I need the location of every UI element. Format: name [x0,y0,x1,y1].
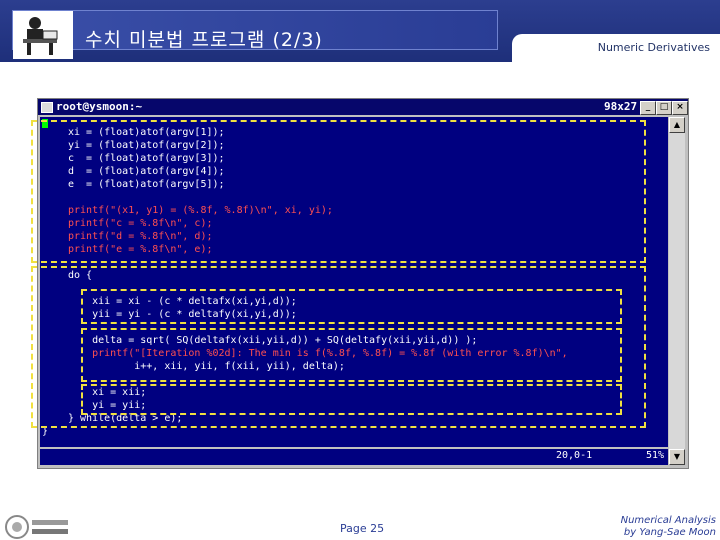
highlight-update-block [81,289,622,324]
status-line: 20,0-1 51% [40,449,668,465]
credit: Numerical Analysis by Yang-Sae Moon [621,515,716,539]
scroll-up-icon[interactable]: ▲ [669,117,685,133]
terminal-title: root@ysmoon:~ [56,100,143,113]
credit-course: Numerical Analysis [620,515,716,526]
highlight-init-block [31,120,646,263]
credit-author: by Yang-Sae Moon [623,527,716,538]
close-button[interactable]: × [672,101,688,115]
terminal-size-label: 98x27 [604,100,638,113]
university-logo [5,515,68,539]
page-number: Page 25 [340,522,385,535]
maximize-button[interactable]: □ [656,101,672,115]
terminal-system-icon[interactable] [41,102,53,113]
title-box: 수치 미분법 프로그램 (2/3) [12,10,498,59]
section-subtitle: Numeric Derivatives [597,41,710,54]
scroll-percent: 51% [646,450,665,461]
cursor-position: 20,0-1 [556,450,593,461]
highlight-assign-block [81,384,622,415]
page-title: 수치 미분법 프로그램 (2/3) [85,29,323,51]
scholar-at-desk-icon [13,11,73,59]
vertical-scrollbar[interactable]: ▲ ▼ [669,117,685,465]
terminal-titlebar[interactable]: root@ysmoon:~ 98x27 _ □ × [38,99,688,115]
minimize-button[interactable]: _ [640,101,656,115]
scroll-down-icon[interactable]: ▼ [669,449,685,465]
highlight-delta-block [81,328,622,382]
